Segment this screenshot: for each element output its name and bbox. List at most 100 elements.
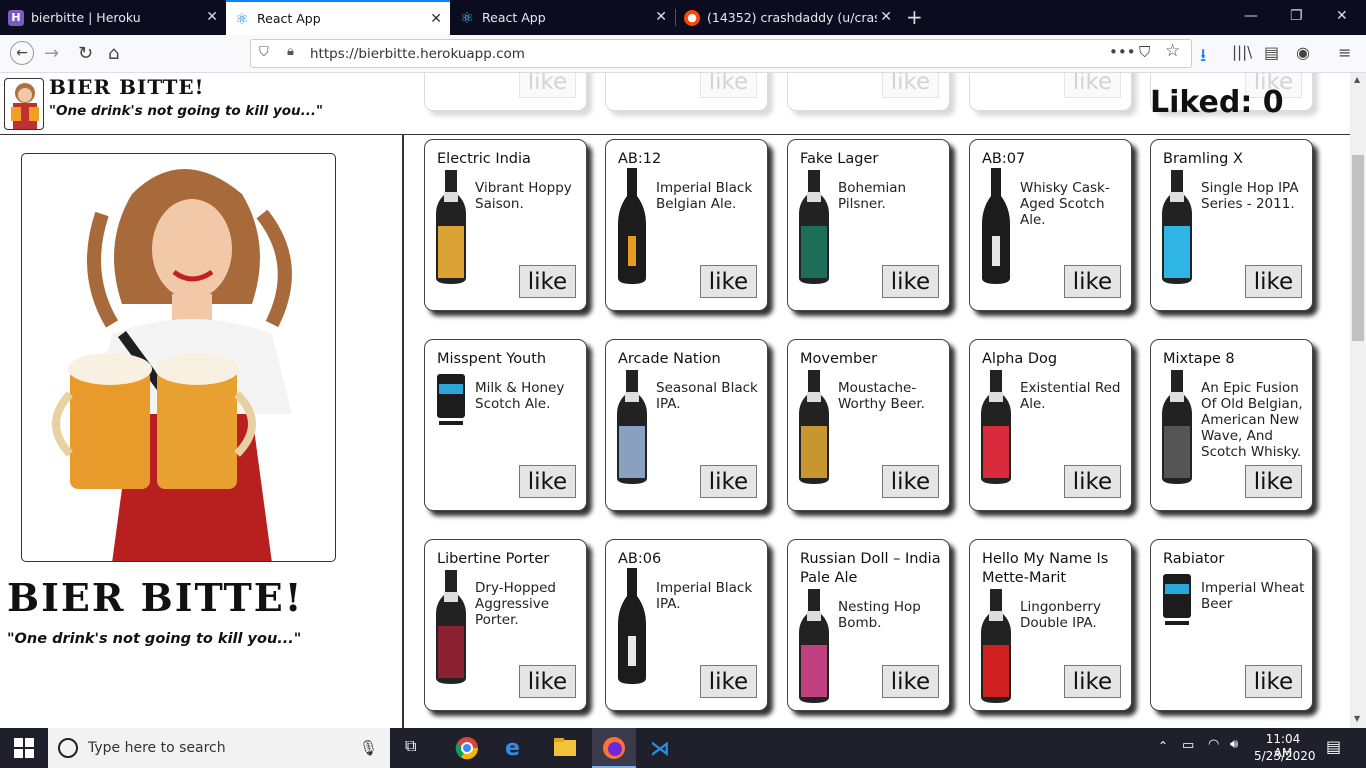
tab-react-app[interactable]: ⚛ React App ✕ [451,0,675,35]
volume-icon[interactable]: 🔊︎ [1230,737,1238,752]
close-icon[interactable]: ✕ [430,11,442,27]
like-button[interactable]: like [882,665,939,698]
beer-keg-icon [1163,574,1191,625]
back-icon[interactable]: ← [10,41,34,65]
sidebar: BIER BITTE! "One drink's not going to ki… [0,135,404,728]
like-button[interactable]: like [1064,665,1121,698]
beer-card: Arcade Nation Seasonal Black IPA. like [605,339,768,511]
heroku-icon: H [8,9,24,26]
menu-icon[interactable]: ≡ [1338,43,1351,62]
beer-description: Seasonal Black IPA. [656,380,758,412]
beer-bottle-icon [799,370,829,484]
beer-bottle-icon [981,589,1011,703]
edge-icon[interactable]: e [505,736,531,761]
chrome-icon[interactable] [455,736,481,760]
wifi-icon[interactable]: ◠ [1208,737,1219,752]
like-button[interactable]: like [519,265,576,298]
forward-icon[interactable]: → [44,43,59,64]
beer-card: Alpha Dog Existential Red Ale. like [969,339,1132,511]
close-icon[interactable]: ✕ [655,9,667,25]
address-bar[interactable]: ⛉ 🔒︎ https://bierbitte.herokuapp.com •••… [250,39,1192,68]
header-title: BIER BITTE! [49,75,205,99]
browser-nav-bar: ← → ↻ ⌂ ⛉ 🔒︎ https://bierbitte.herokuapp… [0,35,1366,73]
beer-card: Hello My Name Is Mette-Marit Lingonberry … [969,539,1132,711]
beer-description: Lingonberry Double IPA. [1020,599,1101,631]
sidebar-title: BIER BITTE! [7,575,304,620]
close-icon[interactable]: ✕ [880,9,892,25]
header-tagline: "One drink's not going to kill you..." [49,103,324,119]
download-icon[interactable]: ⭳ [1200,43,1206,73]
new-tab-icon[interactable]: + [906,5,923,29]
tab-heroku[interactable]: H bierbitte | Heroku ✕ [0,0,226,35]
like-button[interactable]: like [1064,465,1121,498]
firefox-taskbar-active[interactable] [592,728,636,768]
tab-title: React App [257,11,321,26]
tray-chevron-icon[interactable]: ⌃ [1158,739,1168,753]
like-button[interactable]: like [882,465,939,498]
beer-card: Libertine Porter Dry-Hopped Aggressive Po… [424,539,587,711]
beer-card: Fake Lager Bohemian Pilsner. like [787,139,950,311]
beer-bottle-icon [799,170,829,284]
microphone-icon[interactable]: 🎙︎ [359,739,378,757]
cortana-icon [58,738,78,758]
browser-tab-bar: H bierbitte | Heroku ✕ ⚛ React App ✕ ⚛ R… [0,0,1366,35]
tab-title: (14352) crashdaddy (u/crashdad [707,10,877,25]
task-view-icon[interactable]: ⧉ [405,736,431,760]
beer-description: Vibrant Hoppy Saison. [475,180,572,212]
beer-card: AB:06 Imperial Black IPA. like [605,539,768,711]
beer-bottle-icon [799,589,829,703]
react-icon: ⚛ [235,9,249,28]
like-button[interactable]: like [1245,665,1302,698]
tab-react-app-active[interactable]: ⚛ React App ✕ [226,0,450,35]
like-button[interactable]: like [519,665,576,698]
more-actions-icon[interactable]: ••• [1109,43,1136,61]
tab-reddit[interactable]: ● (14352) crashdaddy (u/crashdad ✕ [676,0,900,35]
home-icon[interactable]: ⌂ [108,43,119,64]
restore-icon[interactable]: ❐ [1290,8,1303,24]
beer-card: Mixtape 8 An Epic Fusion Of Old Belgian, … [1150,339,1313,511]
beer-card: Electric India Vibrant Hoppy Saison. like [424,139,587,311]
shield-icon[interactable]: ⛉ [259,45,269,60]
beer-description: Whisky Cask-Aged Scotch Ale. [1020,180,1110,228]
clock-date[interactable]: 5/23/2020 [1254,749,1316,763]
beer-keg-icon [437,374,465,425]
beer-card: AB:12 Imperial Black Belgian Ale. like [605,139,768,311]
like-button[interactable]: like [700,465,757,498]
windows-start-icon[interactable] [14,738,34,758]
like-button[interactable]: like [700,265,757,298]
like-button[interactable]: like [700,665,757,698]
pocket-icon[interactable]: ⛉ [1139,43,1150,61]
logo-avatar [4,78,44,130]
scrollbar-thumb[interactable] [1352,155,1364,341]
library-icon[interactable]: |||\ [1232,43,1252,61]
scroll-down-icon[interactable]: ▼ [1354,714,1360,723]
reload-icon[interactable]: ↻ [78,43,93,64]
like-button[interactable]: like [1245,465,1302,498]
reddit-icon: ● [684,9,700,26]
beer-description: Dry-Hopped Aggressive Porter. [475,580,556,628]
minimize-icon[interactable]: — [1244,8,1258,24]
vscode-icon[interactable]: ⋊ [650,736,676,760]
file-explorer-icon[interactable] [553,736,579,760]
like-button[interactable]: like [519,465,576,498]
close-icon[interactable]: ✕ [206,9,218,25]
notifications-icon[interactable]: ▤ [1326,737,1341,756]
search-placeholder: Type here to search [88,740,226,756]
like-button[interactable]: like [1064,265,1121,298]
beer-card: Bramling X Single Hop IPA Series - 2011. l… [1150,139,1313,311]
beer-card: Rabiator Imperial Wheat Beer like [1150,539,1313,711]
scroll-up-icon[interactable]: ▲ [1354,75,1360,84]
battery-icon[interactable]: ▭ [1182,738,1194,753]
window-close-icon[interactable]: ✕ [1336,8,1348,24]
sidebar-icon[interactable]: ▤ [1264,43,1279,62]
page-content: like like like like like BIER BITTE! "One dr… [0,73,1350,728]
page-scrollbar[interactable]: ▲ ▼ [1350,73,1366,728]
taskbar-search-box[interactable]: Type here to search 🎙︎ [48,728,390,768]
account-icon[interactable]: ◉ [1296,43,1310,62]
beer-description: Nesting Hop Bomb. [838,599,921,631]
beer-bottle-icon [618,568,646,684]
like-button[interactable]: like [882,265,939,298]
bookmark-star-icon[interactable]: ☆ [1165,41,1180,61]
like-button[interactable]: like [1245,265,1302,298]
beer-description: An Epic Fusion Of Old Belgian, American … [1201,380,1303,460]
